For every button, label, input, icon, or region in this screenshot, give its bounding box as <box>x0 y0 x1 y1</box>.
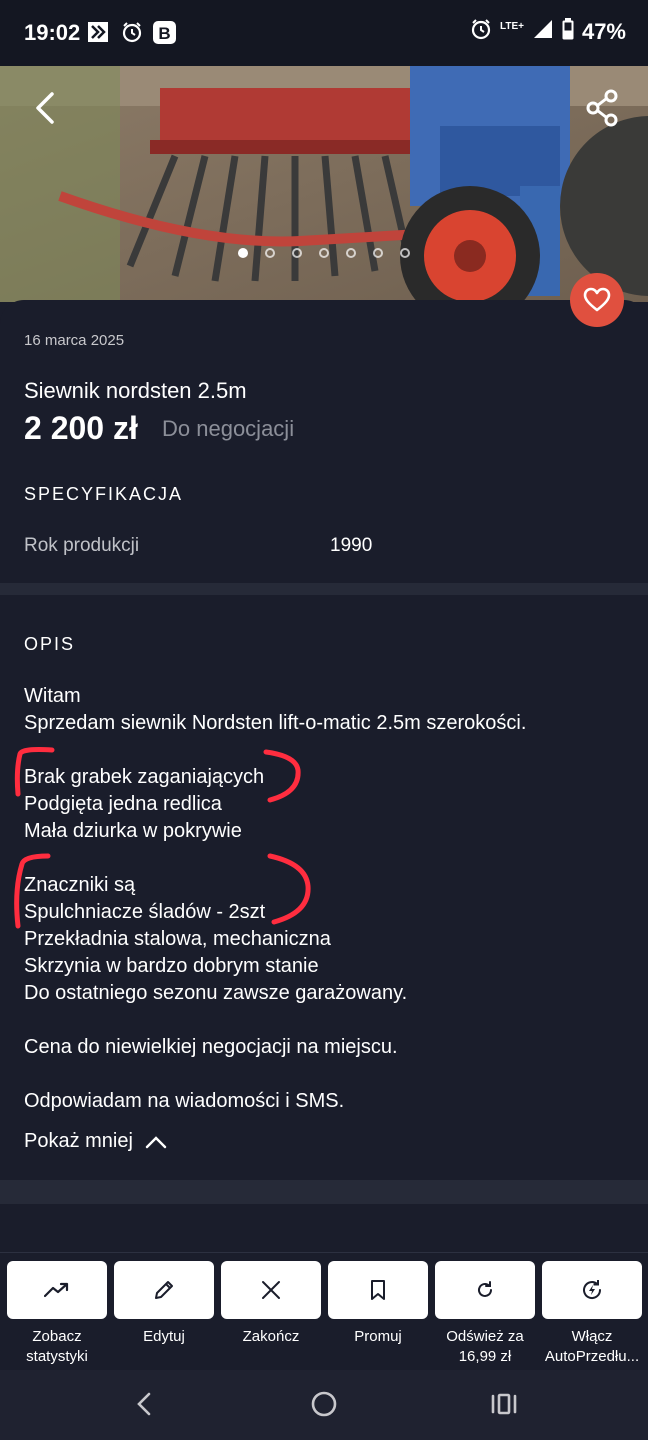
promote-action[interactable]: Promuj <box>328 1261 428 1347</box>
pager-dot[interactable] <box>238 248 248 258</box>
photo-pager-dots <box>0 248 648 258</box>
refresh-label: Odśwież za 16,99 zł <box>446 1328 524 1365</box>
alarm-icon <box>120 20 144 44</box>
network-logo-icon <box>86 20 110 44</box>
pencil-icon <box>155 1281 173 1299</box>
nav-recents-icon <box>491 1393 517 1415</box>
nav-recents-button[interactable] <box>490 1390 518 1423</box>
battery-level: 47% <box>581 18 626 44</box>
section-divider <box>0 1180 648 1204</box>
promote-button[interactable] <box>328 1261 428 1319</box>
finish-button[interactable] <box>221 1261 321 1319</box>
listing-title: Siewnik nordsten 2.5m <box>24 378 247 403</box>
battery-icon <box>562 18 574 45</box>
network-type: LTE+ <box>499 21 524 32</box>
edit-button[interactable] <box>114 1261 214 1319</box>
heart-icon <box>583 287 611 312</box>
section-divider <box>0 583 648 595</box>
refresh-button[interactable] <box>435 1261 535 1319</box>
annotation-bracket-2 <box>14 853 311 929</box>
stats-label: Zobacz statystyki <box>26 1328 88 1365</box>
spec-label: Rok produkcji <box>24 535 140 556</box>
edit-action[interactable]: Edytuj <box>114 1261 214 1347</box>
finish-label: Zakończ <box>242 1328 300 1345</box>
pager-dot[interactable] <box>373 248 383 258</box>
promote-label: Promuj <box>354 1328 402 1345</box>
pager-dot[interactable] <box>265 248 275 258</box>
status-right: LTE+ 47% <box>470 18 626 45</box>
svg-text:B: B <box>158 24 170 43</box>
listing-price: 2 200 zł <box>24 410 138 446</box>
favorite-button[interactable] <box>570 273 624 327</box>
auto-renew-button[interactable] <box>542 1261 642 1319</box>
nav-back-icon <box>137 1392 151 1416</box>
share-button[interactable] <box>582 86 622 130</box>
negotiable-label: Do negocjacji <box>162 416 295 441</box>
show-less-toggle[interactable]: Pokaż mniej <box>24 1130 167 1153</box>
pager-dot[interactable] <box>319 248 329 258</box>
stats-action[interactable]: Zobacz statystyki <box>7 1261 107 1367</box>
status-bar: 19:02 B LTE+ 47% <box>0 0 648 66</box>
pager-dot[interactable] <box>400 248 410 258</box>
annotation-bracket-1 <box>14 747 301 803</box>
trending-up-icon <box>44 1282 69 1298</box>
status-time: 19:02 <box>24 20 81 45</box>
owner-actions-bar: Zobacz statystyki Edytuj Zakończ Promuj … <box>0 1252 648 1373</box>
finish-action[interactable]: Zakończ <box>221 1261 321 1347</box>
show-less-label: Pokaż mniej <box>24 1130 133 1152</box>
close-icon <box>262 1281 280 1299</box>
alarm-icon <box>470 18 492 45</box>
specs-heading: SPECYFIKACJA <box>24 484 184 504</box>
spec-value: 1990 <box>330 535 373 556</box>
edit-label: Edytuj <box>143 1328 185 1345</box>
listing-photo[interactable] <box>0 66 648 302</box>
nav-back-button[interactable] <box>132 1390 156 1423</box>
b-app-icon: B <box>152 20 176 44</box>
nav-home-button[interactable] <box>310 1390 338 1423</box>
auto-renew-action[interactable]: Włącz AutoPrzedłu... <box>542 1261 642 1367</box>
chevron-up-icon <box>145 1135 167 1148</box>
auto-renew-icon <box>583 1280 602 1299</box>
refresh-icon <box>478 1281 492 1297</box>
stats-button[interactable] <box>7 1261 107 1319</box>
pager-dot[interactable] <box>346 248 356 258</box>
refresh-action[interactable]: Odśwież za 16,99 zł <box>435 1261 535 1367</box>
bookmark-icon <box>371 1280 385 1300</box>
description-heading: OPIS <box>24 634 76 654</box>
back-button[interactable] <box>26 86 66 130</box>
system-nav-bar <box>0 1370 648 1440</box>
pager-dot[interactable] <box>292 248 302 258</box>
listing-date: 16 marca 2025 <box>24 332 125 349</box>
signal-icon <box>532 18 554 45</box>
nav-home-icon <box>311 1391 337 1417</box>
auto-renew-label: Włącz AutoPrzedłu... <box>544 1328 640 1365</box>
